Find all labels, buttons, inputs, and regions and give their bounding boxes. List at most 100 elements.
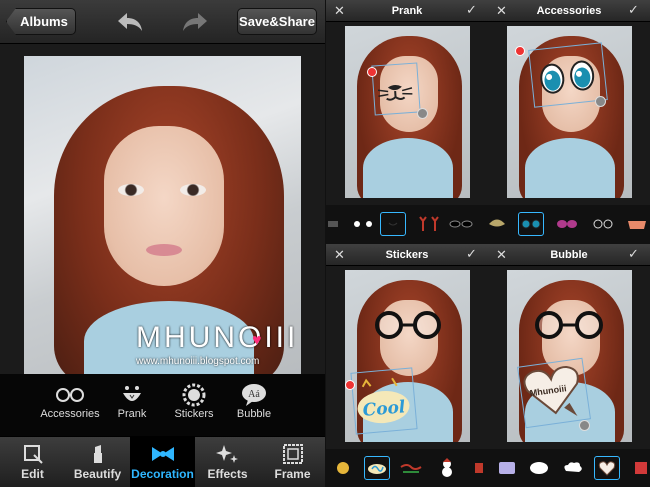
thumb-item[interactable] bbox=[494, 456, 520, 480]
accessories-thumbnail-strip bbox=[488, 205, 650, 243]
bubble-header: ✕ Bubble ✓ bbox=[488, 244, 650, 266]
tab-decoration-label: Decoration bbox=[131, 467, 194, 481]
svg-text:Aá: Aá bbox=[248, 389, 260, 400]
sticker-selection-box[interactable] bbox=[371, 62, 421, 116]
bubble-photo[interactable]: Mhunoiii bbox=[507, 270, 632, 442]
round-glasses-sticker bbox=[375, 311, 441, 339]
prank-photo[interactable] bbox=[345, 26, 470, 198]
tab-decoration[interactable]: Decoration bbox=[130, 437, 195, 487]
sticker-icon bbox=[162, 382, 226, 408]
crop-icon bbox=[0, 441, 65, 467]
save-share-button[interactable]: Save&Share bbox=[237, 8, 317, 35]
thumb-item[interactable] bbox=[590, 212, 616, 236]
round-glasses-sticker bbox=[535, 311, 603, 339]
tool-stickers[interactable]: Stickers bbox=[162, 382, 226, 420]
thumb-item[interactable] bbox=[624, 212, 650, 236]
tab-beautify-label: Beautify bbox=[73, 467, 122, 481]
left-eye bbox=[118, 184, 144, 196]
photo-canvas[interactable]: MHUNOIII ♥ www.mhunoiii.blogspot.com bbox=[24, 56, 301, 374]
accessories-header: ✕ Accessories ✓ bbox=[488, 0, 650, 22]
accessories-title: Accessories bbox=[536, 5, 602, 17]
bubble-panel: ✕ Bubble ✓ Mhunoiii bbox=[488, 244, 650, 487]
thumb-item-selected[interactable] bbox=[518, 212, 544, 236]
thumb-item[interactable] bbox=[326, 212, 346, 236]
prank-thumbnail-strip bbox=[326, 205, 488, 243]
thumb-item[interactable] bbox=[554, 212, 580, 236]
prank-header: ✕ Prank ✓ bbox=[326, 0, 488, 22]
rotate-handle-icon[interactable] bbox=[417, 108, 428, 119]
thumb-item[interactable] bbox=[398, 456, 424, 480]
glasses-icon bbox=[38, 382, 102, 408]
decoration-tools: Accessories Prank Stickers Aá Bubble bbox=[0, 374, 325, 436]
stickers-header: ✕ Stickers ✓ bbox=[326, 244, 488, 266]
cool-sticker-text: Cool bbox=[361, 397, 407, 421]
redo-icon[interactable] bbox=[180, 8, 210, 36]
stickers-thumbnail-strip bbox=[326, 449, 488, 487]
main-editor-screen: Albums Save&Share MHUNOIII ♥ www.mhunoii… bbox=[0, 0, 325, 487]
anime-eyes-sticker bbox=[540, 60, 595, 94]
thumb-item[interactable] bbox=[434, 456, 460, 480]
tool-bubble-label: Bubble bbox=[236, 408, 272, 420]
thumb-item[interactable] bbox=[416, 212, 442, 236]
cat-nose-sticker bbox=[377, 85, 413, 101]
delete-sticker-icon[interactable] bbox=[515, 46, 525, 56]
rotate-handle-icon[interactable] bbox=[595, 96, 606, 107]
stickers-photo[interactable]: Cool bbox=[345, 270, 470, 442]
tool-stickers-label: Stickers bbox=[174, 408, 214, 420]
prank-face-icon bbox=[100, 382, 164, 408]
right-eye bbox=[180, 184, 206, 196]
tab-effects[interactable]: Effects bbox=[195, 437, 260, 487]
thumb-item[interactable] bbox=[350, 212, 376, 236]
thumb-item[interactable] bbox=[628, 456, 650, 480]
lips bbox=[146, 244, 182, 256]
shirt bbox=[363, 138, 453, 198]
prank-title: Prank bbox=[391, 5, 423, 17]
thumb-item[interactable] bbox=[466, 456, 488, 480]
shirt bbox=[525, 138, 615, 198]
thumb-item[interactable] bbox=[560, 456, 586, 480]
tool-prank-label: Prank bbox=[117, 408, 147, 420]
heart-icon: ♥ bbox=[252, 332, 262, 349]
delete-sticker-icon[interactable] bbox=[345, 380, 355, 390]
tab-edit-label: Edit bbox=[21, 467, 44, 481]
thumb-item[interactable] bbox=[448, 212, 474, 236]
bubble-title: Bubble bbox=[550, 249, 588, 261]
accessories-panel: ✕ Accessories ✓ bbox=[488, 0, 650, 243]
thumb-item-selected[interactable] bbox=[594, 456, 620, 480]
bow-icon bbox=[130, 441, 195, 467]
check-icon[interactable]: ✓ bbox=[466, 247, 480, 261]
check-icon[interactable]: ✓ bbox=[466, 3, 480, 17]
tool-accessories[interactable]: Accessories bbox=[38, 382, 102, 420]
thumb-item-selected[interactable] bbox=[380, 212, 406, 236]
tab-beautify[interactable]: Beautify bbox=[65, 437, 130, 487]
frame-icon bbox=[260, 441, 325, 467]
bottom-tab-bar: Edit Beautify Decoration Effects Frame bbox=[0, 436, 325, 487]
thumb-item-selected[interactable] bbox=[364, 456, 390, 480]
tool-bubble[interactable]: Aá Bubble bbox=[222, 382, 286, 420]
albums-back-button[interactable]: Albums bbox=[6, 8, 76, 35]
tab-frame[interactable]: Frame bbox=[260, 437, 325, 487]
top-toolbar: Albums Save&Share bbox=[0, 0, 325, 44]
thumb-item[interactable] bbox=[488, 212, 510, 236]
rotate-handle-icon[interactable] bbox=[579, 420, 590, 431]
bubble-thumbnail-strip bbox=[488, 449, 650, 487]
sticker-selection-box[interactable]: Mhunoiii bbox=[517, 357, 591, 429]
watermark-url: www.mhunoiii.blogspot.com bbox=[136, 356, 260, 367]
check-icon[interactable]: ✓ bbox=[628, 3, 642, 17]
check-icon[interactable]: ✓ bbox=[628, 247, 642, 261]
prank-panel: ✕ Prank ✓ bbox=[326, 0, 488, 243]
lipstick-icon bbox=[65, 441, 130, 467]
sparkle-icon bbox=[195, 441, 260, 467]
thumb-item[interactable] bbox=[330, 456, 356, 480]
tool-prank[interactable]: Prank bbox=[100, 382, 164, 420]
delete-sticker-icon[interactable] bbox=[367, 67, 377, 77]
thumb-item[interactable] bbox=[526, 456, 552, 480]
tab-effects-label: Effects bbox=[207, 467, 248, 481]
tab-frame-label: Frame bbox=[274, 467, 311, 481]
accessories-photo[interactable] bbox=[507, 26, 632, 198]
face bbox=[104, 126, 224, 286]
tab-edit[interactable]: Edit bbox=[0, 437, 65, 487]
undo-icon[interactable] bbox=[115, 8, 145, 36]
sticker-selection-box[interactable]: Cool bbox=[350, 367, 418, 435]
watermark-title: MHUNOIII bbox=[136, 321, 299, 354]
